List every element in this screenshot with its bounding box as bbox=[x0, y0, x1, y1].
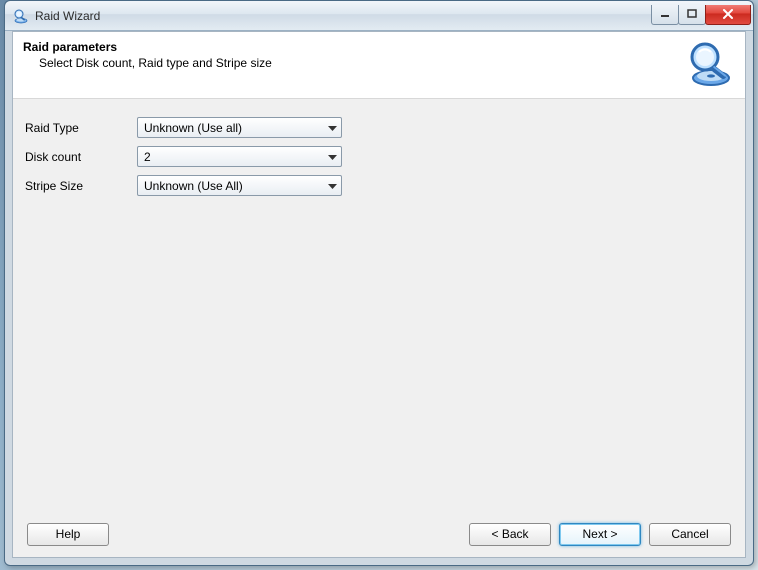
disk-count-row: Disk count 2 bbox=[25, 146, 733, 167]
back-button[interactable]: < Back bbox=[469, 523, 551, 546]
client-area: Raid parameters Select Disk count, Raid … bbox=[12, 31, 746, 558]
page-subtitle: Select Disk count, Raid type and Stripe … bbox=[39, 56, 679, 70]
stripe-size-label: Stripe Size bbox=[25, 179, 137, 193]
wizard-body: Raid Type Unknown (Use all) Disk count 2 bbox=[13, 99, 745, 511]
chevron-down-icon bbox=[328, 121, 337, 135]
cancel-button[interactable]: Cancel bbox=[649, 523, 731, 546]
window-title: Raid Wizard bbox=[35, 9, 100, 23]
stripe-size-select[interactable]: Unknown (Use All) bbox=[137, 175, 342, 196]
wizard-footer: Help < Back Next > Cancel bbox=[13, 511, 745, 557]
wizard-header: Raid parameters Select Disk count, Raid … bbox=[13, 32, 745, 99]
magnifier-disc-icon bbox=[687, 40, 735, 88]
chevron-down-icon bbox=[328, 179, 337, 193]
maximize-button[interactable] bbox=[678, 5, 706, 25]
disk-count-select[interactable]: 2 bbox=[137, 146, 342, 167]
titlebar[interactable]: Raid Wizard bbox=[5, 1, 753, 31]
minimize-button[interactable] bbox=[651, 5, 679, 25]
raid-type-row: Raid Type Unknown (Use all) bbox=[25, 117, 733, 138]
wizard-window: Raid Wizard Raid parameters Select Disk … bbox=[4, 0, 754, 566]
disk-count-value: 2 bbox=[144, 150, 151, 164]
window-controls bbox=[652, 5, 751, 25]
raid-type-select[interactable]: Unknown (Use all) bbox=[137, 117, 342, 138]
chevron-down-icon bbox=[328, 150, 337, 164]
close-button[interactable] bbox=[705, 5, 751, 25]
help-button[interactable]: Help bbox=[27, 523, 109, 546]
raid-type-label: Raid Type bbox=[25, 121, 137, 135]
stripe-size-row: Stripe Size Unknown (Use All) bbox=[25, 175, 733, 196]
page-title: Raid parameters bbox=[23, 40, 679, 54]
next-button[interactable]: Next > bbox=[559, 523, 641, 546]
raid-type-value: Unknown (Use all) bbox=[144, 121, 242, 135]
disk-count-label: Disk count bbox=[25, 150, 137, 164]
stripe-size-value: Unknown (Use All) bbox=[144, 179, 243, 193]
app-icon bbox=[13, 8, 29, 24]
